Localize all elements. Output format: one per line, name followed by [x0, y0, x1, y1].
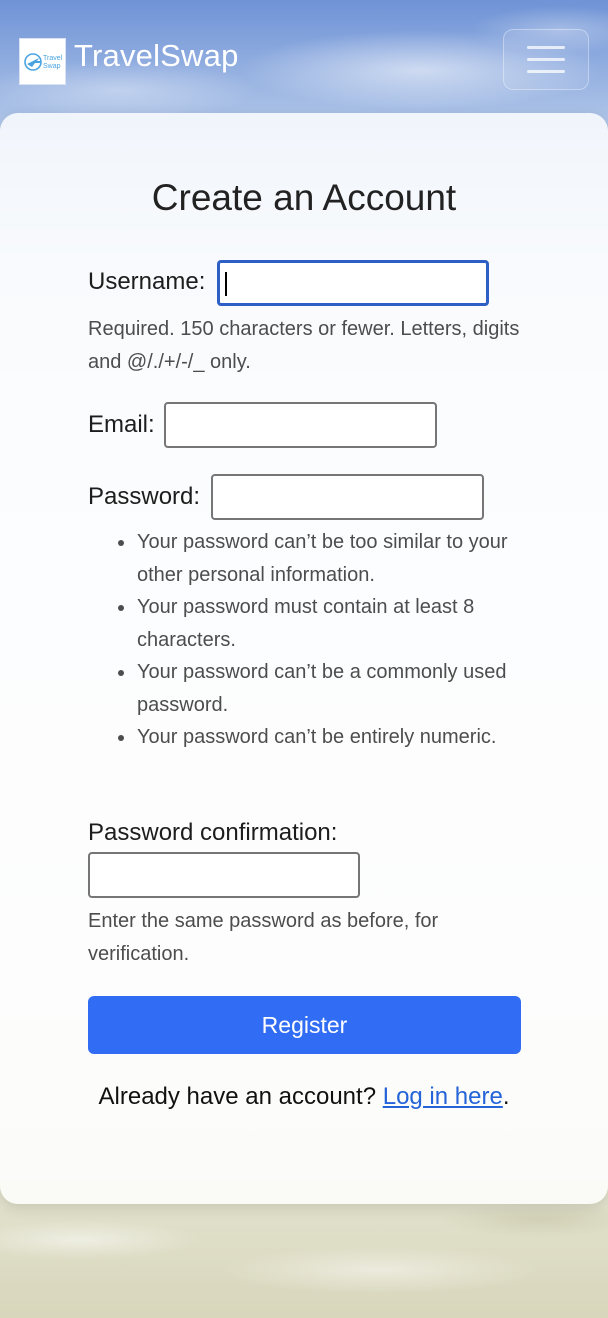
brand-name[interactable]: TravelSwap: [74, 38, 239, 74]
password-field[interactable]: [211, 474, 484, 520]
text-caret: [225, 272, 227, 296]
logo-text-travel: Travel: [43, 55, 63, 62]
hamburger-icon-bar: [527, 58, 565, 61]
password-confirmation-help-text: Enter the same password as before, for v…: [88, 910, 439, 965]
password-rule: Your password can’t be a commonly used p…: [118, 656, 517, 721]
login-link[interactable]: Log in here: [383, 1083, 503, 1110]
hamburger-icon-bar: [527, 46, 565, 49]
email-label: Email:: [88, 411, 155, 438]
username-help-text: Required. 150 characters or fewer. Lette…: [88, 318, 520, 373]
register-card: Create an Account Username: Required. 15…: [0, 113, 608, 1204]
login-prompt-line: Already have an account? Log in here.: [0, 1083, 608, 1111]
logo-text-swap: Swap: [43, 63, 61, 70]
login-prompt-suffix: .: [502, 1083, 510, 1110]
password-confirmation-label: Password confirmation:: [88, 819, 338, 846]
username-label: Username:: [88, 268, 206, 295]
menu-toggle-button[interactable]: [503, 29, 589, 90]
register-button[interactable]: Register: [88, 996, 521, 1054]
password-confirmation-field[interactable]: [88, 852, 360, 898]
hamburger-icon-bar: [527, 70, 565, 73]
brand-logo[interactable]: Travel Swap: [19, 38, 66, 85]
password-rules-list: Your password can’t be too similar to yo…: [118, 526, 517, 754]
page-title: Create an Account: [151, 177, 457, 218]
navbar: Travel Swap TravelSwap: [0, 0, 608, 114]
password-rule: Your password can’t be too similar to yo…: [118, 526, 517, 591]
password-rule: Your password can’t be entirely numeric.: [118, 721, 517, 754]
username-input[interactable]: [217, 260, 489, 306]
password-rule: Your password must contain at least 8 ch…: [118, 591, 517, 656]
plane-logo-icon: Travel Swap: [23, 52, 63, 71]
email-field[interactable]: [164, 402, 437, 448]
login-prompt-text: Already have an account?: [98, 1083, 377, 1110]
password-label: Password:: [88, 483, 201, 510]
